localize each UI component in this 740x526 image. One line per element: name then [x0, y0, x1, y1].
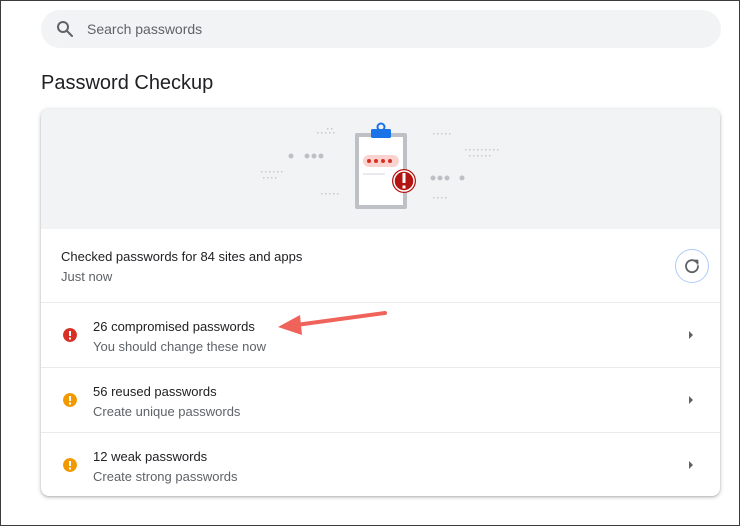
annotation-arrow	[278, 311, 387, 335]
